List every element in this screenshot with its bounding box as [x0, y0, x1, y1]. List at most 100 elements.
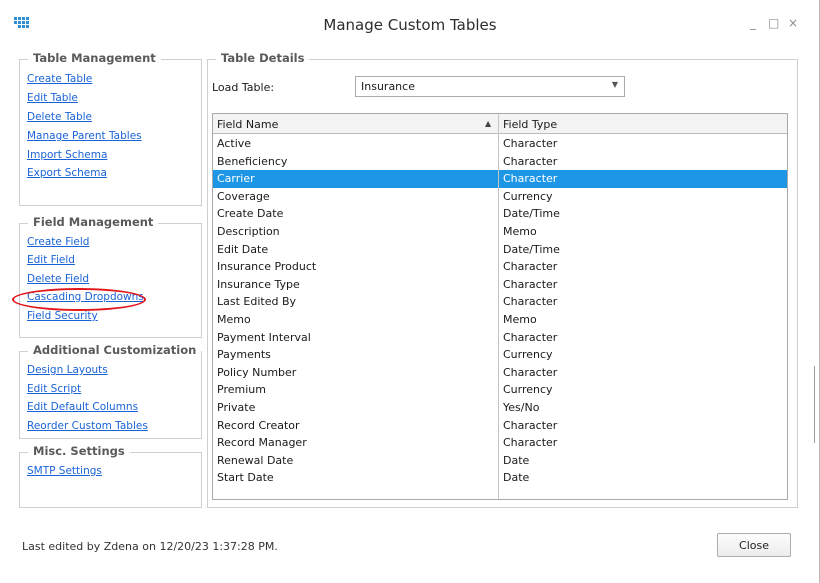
table-row[interactable]: Payment Interval Character	[213, 329, 787, 347]
title-bar[interactable]: Manage Custom Tables _ □ ×	[0, 0, 820, 52]
cell-field-type: Yes/No	[503, 400, 540, 414]
cell-field-type: Character	[503, 295, 558, 309]
manage-parent-tables-link[interactable]: Manage Parent Tables	[27, 130, 142, 142]
cell-field-name: Start Date	[217, 471, 274, 485]
cell-field-type: Character	[503, 172, 558, 186]
cell-field-name: Create Date	[217, 207, 284, 221]
additional-customization-group: Additional Customization Design Layouts …	[19, 343, 202, 439]
cell-field-name: Beneficiency	[217, 154, 288, 168]
cell-field-type: Memo	[503, 224, 537, 238]
group-title: Field Management	[28, 215, 159, 229]
group-title: Additional Customization	[28, 343, 202, 357]
cascading-dropdowns-link[interactable]: Cascading Dropdowns	[27, 291, 144, 303]
design-layouts-link[interactable]: Design Layouts	[27, 364, 108, 376]
table-row[interactable]: Insurance Product Character	[213, 258, 787, 276]
cell-field-type: Date/Time	[503, 207, 560, 221]
cell-field-name: Memo	[217, 312, 251, 326]
load-table-select[interactable]: Insurance ▼	[355, 76, 625, 97]
close-icon[interactable]: ×	[788, 16, 798, 30]
cell-field-type: Character	[503, 418, 558, 432]
edit-table-link[interactable]: Edit Table	[27, 92, 78, 104]
window-title: Manage Custom Tables	[323, 16, 497, 34]
create-table-link[interactable]: Create Table	[27, 73, 92, 85]
column-header-field-type[interactable]: Field Type	[503, 118, 557, 131]
table-row[interactable]: Premium Currency	[213, 381, 787, 399]
manage-custom-tables-window: Manage Custom Tables _ □ × Table Managem…	[0, 0, 820, 583]
table-row[interactable]: Renewal Date Date	[213, 452, 787, 470]
cell-field-type: Character	[503, 260, 558, 274]
table-row[interactable]: Last Edited By Character	[213, 293, 787, 311]
table-row[interactable]: Record Manager Character	[213, 434, 787, 452]
cell-field-name: Payments	[217, 348, 271, 362]
cell-field-name: Renewal Date	[217, 453, 294, 467]
last-edited-status: Last edited by Zdena on 12/20/23 1:37:28…	[22, 540, 278, 553]
table-row[interactable]: Private Yes/No	[213, 399, 787, 417]
cell-field-type: Currency	[503, 189, 553, 203]
reorder-custom-tables-link[interactable]: Reorder Custom Tables	[27, 420, 148, 432]
group-title: Table Details	[216, 51, 310, 65]
cell-field-name: Insurance Product	[217, 260, 317, 274]
group-title: Misc. Settings	[28, 444, 130, 458]
table-row[interactable]: Memo Memo	[213, 311, 787, 329]
field-security-link[interactable]: Field Security	[27, 310, 98, 322]
cell-field-type: Character	[503, 365, 558, 379]
close-button[interactable]: Close	[717, 533, 791, 557]
cell-field-type: Date	[503, 453, 530, 467]
grid-rows: Active Character Beneficiency Character Carr…	[213, 135, 787, 487]
field-management-group: Field Management Create Field Edit Field…	[19, 215, 202, 338]
cell-field-type: Character	[503, 436, 558, 450]
table-row[interactable]: Record Creator Character	[213, 417, 787, 435]
smtp-settings-link[interactable]: SMTP Settings	[27, 465, 102, 477]
cell-field-type: Currency	[503, 348, 553, 362]
cell-field-name: Carrier	[217, 172, 255, 186]
cell-field-name: Record Manager	[217, 436, 307, 450]
table-row[interactable]: Active Character	[213, 135, 787, 153]
cell-field-type: Character	[503, 154, 558, 168]
column-header-field-name[interactable]: Field Name	[217, 118, 278, 131]
cell-field-name: Coverage	[217, 189, 270, 203]
misc-settings-group: Misc. Settings SMTP Settings	[19, 444, 202, 508]
grid-header: Field Name ▲ Field Type	[213, 114, 787, 134]
delete-table-link[interactable]: Delete Table	[27, 111, 92, 123]
cell-field-name: Description	[217, 224, 280, 238]
table-row[interactable]: Insurance Type Character	[213, 276, 787, 294]
table-management-group: Table Management Create Table Edit Table…	[19, 51, 202, 206]
cell-field-type: Memo	[503, 312, 537, 326]
table-row[interactable]: Policy Number Character	[213, 364, 787, 382]
column-divider	[498, 114, 499, 499]
cell-field-name: Policy Number	[217, 365, 297, 379]
cell-field-type: Currency	[503, 383, 553, 397]
chevron-down-icon: ▼	[611, 80, 618, 89]
import-schema-link[interactable]: Import Schema	[27, 149, 107, 161]
background-window-edge	[814, 366, 820, 443]
create-field-link[interactable]: Create Field	[27, 236, 89, 248]
edit-field-link[interactable]: Edit Field	[27, 254, 75, 266]
edit-script-link[interactable]: Edit Script	[27, 383, 81, 395]
cell-field-type: Character	[503, 137, 558, 150]
cell-field-type: Character	[503, 330, 558, 344]
cell-field-name: Active	[217, 137, 252, 150]
cell-field-name: Edit Date	[217, 242, 269, 256]
table-row[interactable]: Coverage Currency	[213, 188, 787, 206]
table-row[interactable]: Description Memo	[213, 223, 787, 241]
cell-field-name: Record Creator	[217, 418, 300, 432]
window-controls: _ □ ×	[748, 16, 798, 30]
table-row[interactable]: Start Date Date	[213, 469, 787, 487]
maximize-icon[interactable]: □	[768, 16, 779, 30]
cell-field-name: Premium	[217, 383, 266, 397]
fields-grid[interactable]: Field Name ▲ Field Type Active Character B…	[212, 113, 788, 500]
table-row[interactable]: Create Date Date/Time	[213, 205, 787, 223]
cell-field-name: Insurance Type	[217, 277, 300, 291]
sort-ascending-icon: ▲	[485, 119, 492, 128]
load-table-label: Load Table:	[212, 81, 275, 94]
export-schema-link[interactable]: Export Schema	[27, 167, 107, 179]
cell-field-name: Last Edited By	[217, 295, 297, 309]
table-row[interactable]: Edit Date Date/Time	[213, 241, 787, 259]
edit-default-columns-link[interactable]: Edit Default Columns	[27, 401, 138, 413]
table-row[interactable]: Beneficiency Character	[213, 153, 787, 171]
table-row[interactable]: Payments Currency	[213, 346, 787, 364]
delete-field-link[interactable]: Delete Field	[27, 273, 89, 285]
minimize-icon[interactable]: _	[748, 16, 758, 30]
table-row[interactable]: Carrier Character	[213, 170, 787, 188]
cell-field-name: Private	[217, 400, 256, 414]
